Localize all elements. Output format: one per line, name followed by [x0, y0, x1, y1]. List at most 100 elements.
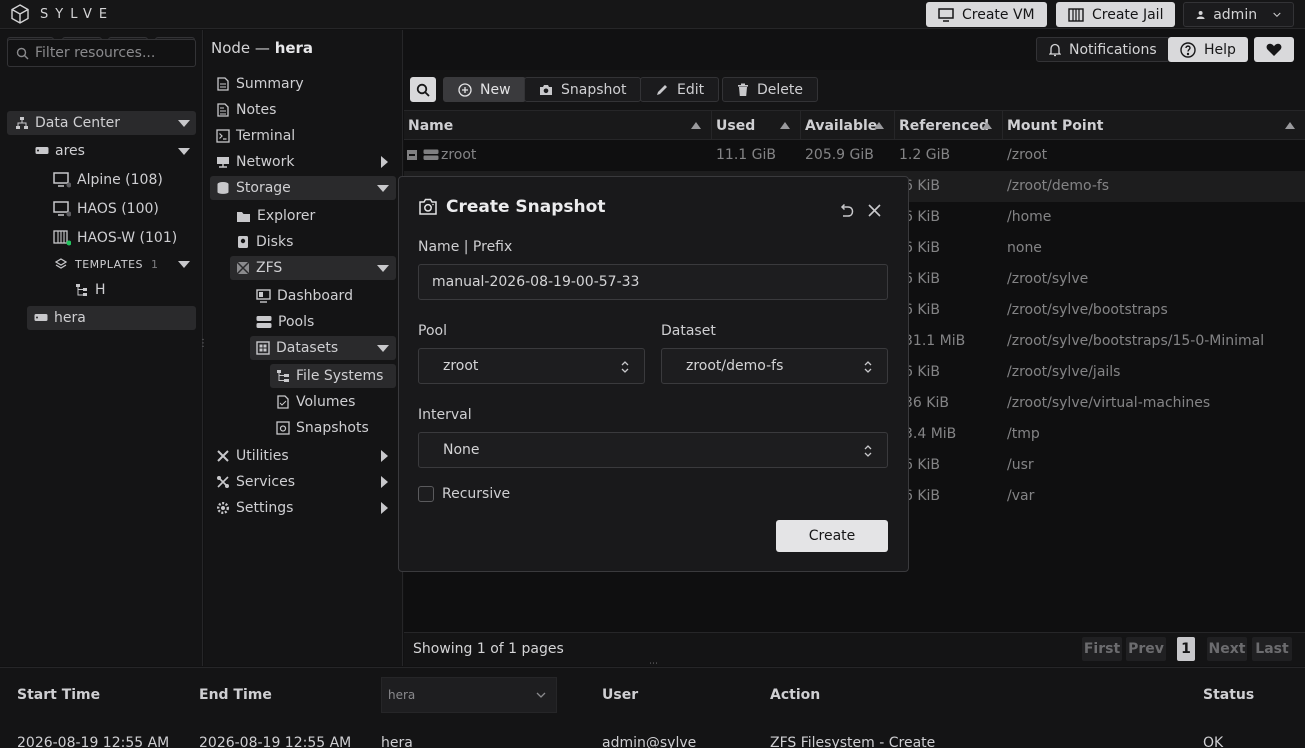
column-header-referenced[interactable]: Referenced: [895, 111, 1003, 140]
create-snapshot-button[interactable]: Create: [776, 520, 888, 552]
chevron-down-icon: [178, 119, 190, 127]
column-name-label: Name: [408, 117, 454, 134]
nav-terminal[interactable]: Terminal: [216, 124, 295, 148]
zfs-icon: [236, 261, 250, 275]
help-button[interactable]: Help: [1168, 37, 1248, 62]
dataset-label: Dataset: [661, 323, 716, 339]
nav-zfs[interactable]: ZFS: [230, 256, 396, 280]
pool-value: zroot: [443, 358, 479, 374]
recursive-label[interactable]: Recursive: [442, 486, 510, 502]
nav-explorer[interactable]: Explorer: [236, 204, 315, 228]
notifications-button[interactable]: Notifications: [1036, 37, 1170, 62]
nav-snapshots-label: Snapshots: [296, 420, 369, 436]
next-page-button[interactable]: Next: [1207, 637, 1247, 661]
node-ares-label: ares: [55, 143, 85, 159]
tree-item-jail-haos-w[interactable]: HAOS-W (101): [53, 226, 177, 250]
log-column-status[interactable]: Status: [1203, 687, 1254, 703]
pool-label: Pool: [418, 323, 447, 339]
delete-label: Delete: [757, 81, 803, 98]
column-header-available[interactable]: Available: [801, 111, 895, 140]
snapshot-button[interactable]: Snapshot: [524, 77, 642, 102]
edit-button[interactable]: Edit: [640, 77, 720, 102]
search-button[interactable]: [410, 77, 436, 102]
nav-summary[interactable]: Summary: [216, 72, 304, 96]
tree-item-node-ares[interactable]: ares: [35, 139, 196, 163]
column-header-used[interactable]: Used: [712, 111, 801, 140]
chevron-updown-icon: [621, 361, 629, 373]
notifications-label: Notifications: [1069, 41, 1157, 58]
pool-select[interactable]: zroot: [418, 348, 645, 384]
interval-value: None: [443, 442, 480, 458]
log-start-time: 2026-08-19 12:55 AM: [17, 735, 170, 748]
log-column-start-time[interactable]: Start Time: [17, 687, 100, 703]
nav-services[interactable]: Services: [216, 470, 388, 494]
tree-item-vm-haos[interactable]: HAOS (100): [53, 197, 159, 221]
app-name: SYLVE: [40, 6, 115, 22]
tree-item-node-hera[interactable]: hera: [27, 306, 196, 330]
column-header-mount-point[interactable]: Mount Point: [1003, 111, 1305, 140]
network-tree-icon: [16, 117, 28, 129]
jail-running-icon: [53, 230, 71, 246]
last-page-button[interactable]: Last: [1252, 637, 1292, 661]
trash-icon: [738, 83, 748, 96]
chevron-right-icon: [381, 476, 388, 488]
help-icon: [1180, 41, 1196, 58]
delete-button[interactable]: Delete: [722, 77, 818, 102]
nav-zfs-datasets[interactable]: Datasets: [250, 336, 396, 360]
recursive-checkbox[interactable]: [418, 486, 434, 502]
log-end-time: 2026-08-19 12:55 AM: [199, 735, 352, 748]
create-jail-button[interactable]: Create Jail: [1056, 2, 1176, 27]
disk-icon: [238, 236, 248, 248]
nav-storage[interactable]: Storage: [210, 176, 396, 200]
interval-label: Interval: [418, 407, 472, 423]
pagination: Showing 1 of 1 pages First Prev 1 Next L…: [404, 632, 1305, 666]
bell-icon: [1049, 43, 1061, 56]
create-snapshot-dialog: Create Snapshot Name | Prefix manual-202…: [398, 176, 909, 572]
snapshot-icon: [276, 421, 290, 435]
tree-item-vm-alpine[interactable]: Alpine (108): [53, 168, 163, 192]
interval-select[interactable]: None: [418, 432, 888, 468]
tree-item-datacenter[interactable]: Data Center: [7, 111, 196, 135]
node-filter-select[interactable]: hera: [381, 677, 557, 713]
nav-network[interactable]: Network: [216, 150, 388, 174]
user-menu-button[interactable]: admin: [1183, 2, 1294, 27]
nav-storage-label: Storage: [236, 180, 291, 196]
log-column-end-time[interactable]: End Time: [199, 687, 272, 703]
donate-button[interactable]: [1254, 37, 1294, 62]
node-filter-value: hera: [388, 688, 416, 702]
name-prefix-input[interactable]: manual-2026-08-19-00-57-33: [418, 264, 888, 300]
dataset-select[interactable]: zroot/demo-fs: [661, 348, 888, 384]
filter-resources-input[interactable]: Filter resources...: [7, 39, 196, 67]
document-icon: [217, 77, 229, 91]
nav-notes[interactable]: Notes: [216, 98, 276, 122]
nav-settings-label: Settings: [236, 500, 294, 516]
first-page-button[interactable]: First: [1082, 637, 1122, 661]
tree-item-template-h[interactable]: H: [75, 278, 106, 302]
nav-snapshots[interactable]: Snapshots: [276, 416, 369, 440]
nav-utilities[interactable]: Utilities: [216, 444, 388, 468]
close-icon[interactable]: [868, 204, 881, 217]
log-column-action[interactable]: Action: [770, 687, 820, 703]
log-column-user[interactable]: User: [602, 687, 638, 703]
prev-page-button[interactable]: Prev: [1126, 637, 1166, 661]
current-page-button[interactable]: 1: [1177, 637, 1195, 661]
node-hera-label: hera: [54, 310, 86, 326]
nav-zfs-pools[interactable]: Pools: [256, 310, 314, 334]
nav-file-systems[interactable]: File Systems: [270, 364, 396, 388]
server-icon: [34, 314, 48, 321]
tree-item-templates[interactable]: TEMPLATES 1: [55, 252, 196, 276]
chevron-down-icon: [178, 260, 190, 268]
nav-settings[interactable]: Settings: [216, 496, 388, 520]
chevron-down-icon: [536, 692, 546, 698]
vm-monitor-icon: [53, 172, 71, 188]
nav-volumes[interactable]: Volumes: [276, 390, 355, 414]
chevron-updown-icon: [864, 445, 872, 457]
template-tree-icon: [76, 284, 87, 296]
column-header-name[interactable]: Name: [404, 111, 712, 140]
nav-explorer-label: Explorer: [257, 208, 316, 224]
reset-icon[interactable]: [838, 203, 854, 219]
create-vm-button[interactable]: Create VM: [926, 2, 1047, 27]
nav-zfs-dashboard[interactable]: Dashboard: [256, 284, 353, 308]
nav-disks[interactable]: Disks: [236, 230, 293, 254]
new-dataset-button[interactable]: New: [443, 77, 526, 102]
